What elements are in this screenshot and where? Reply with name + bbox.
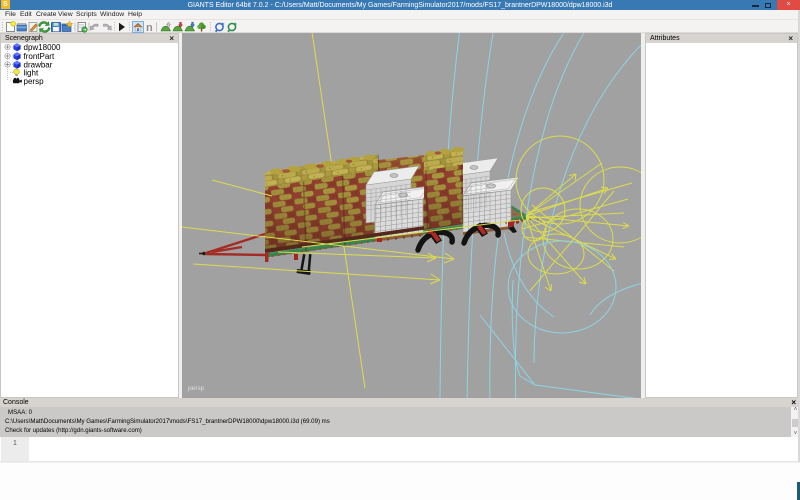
- svg-text:dpw18000: dpw18000: [24, 43, 61, 52]
- svg-text:persp: persp: [24, 77, 45, 86]
